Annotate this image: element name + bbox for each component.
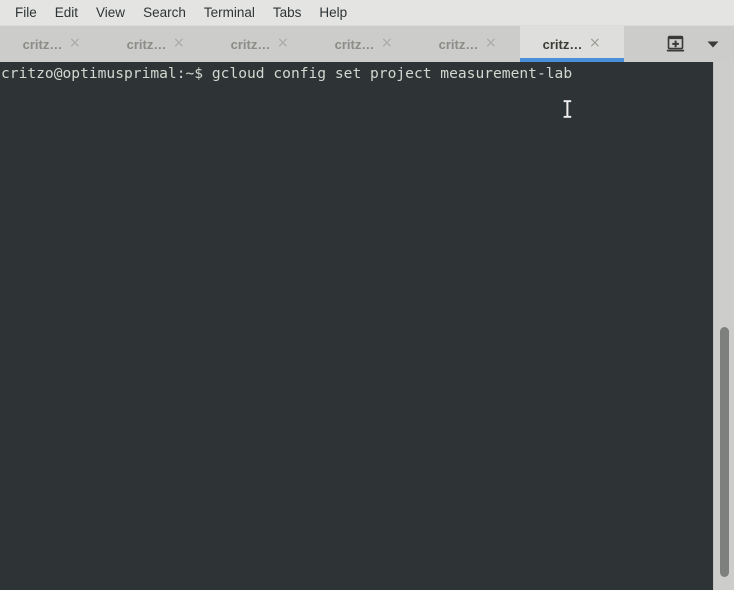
menu-item-edit[interactable]: Edit <box>46 2 87 24</box>
close-icon[interactable]: × <box>276 36 289 51</box>
new-terminal-tab-icon <box>666 35 685 53</box>
terminal-screen[interactable]: critzo@optimusprimal:~$ gcloud config se… <box>0 62 713 590</box>
menu-item-file[interactable]: File <box>6 2 46 24</box>
terminal-line-1: critzo@optimusprimal:~$ gcloud config se… <box>1 65 573 82</box>
tab-3[interactable]: critz… × <box>208 26 312 62</box>
close-icon[interactable]: × <box>68 36 81 51</box>
menu-item-tabs[interactable]: Tabs <box>264 2 311 24</box>
tab-2[interactable]: critz… × <box>104 26 208 62</box>
ibeam-cursor <box>563 99 572 119</box>
tab-bar-actions <box>654 26 734 62</box>
tab-5[interactable]: critz… × <box>416 26 520 62</box>
tab-bar: critz… × critz… × critz… × critz… × crit… <box>0 26 734 62</box>
menu-item-view[interactable]: View <box>87 2 134 24</box>
tab-4[interactable]: critz… × <box>312 26 416 62</box>
menu-item-terminal[interactable]: Terminal <box>195 2 264 24</box>
chevron-down-icon <box>706 39 720 49</box>
tab-strip: critz… × critz… × critz… × critz… × crit… <box>0 26 654 62</box>
close-icon[interactable]: × <box>380 36 393 51</box>
tab-label: critz… <box>542 36 583 52</box>
tab-1[interactable]: critz… × <box>0 26 104 62</box>
close-icon[interactable]: × <box>588 36 601 51</box>
terminal-window: File Edit View Search Terminal Tabs Help… <box>0 0 734 590</box>
tab-label: critz… <box>230 36 271 52</box>
tab-6-active[interactable]: critz… × <box>520 26 624 62</box>
tab-label: critz… <box>126 36 167 52</box>
new-tab-button[interactable] <box>654 26 696 62</box>
menu-bar: File Edit View Search Terminal Tabs Help <box>0 0 734 26</box>
tab-label: critz… <box>22 36 63 52</box>
tab-label: critz… <box>334 36 375 52</box>
menu-item-search[interactable]: Search <box>134 2 195 24</box>
close-icon[interactable]: × <box>172 36 185 51</box>
tab-list-button[interactable] <box>696 26 730 62</box>
menu-item-help[interactable]: Help <box>310 2 356 24</box>
terminal-scrollbar[interactable] <box>713 62 734 590</box>
scrollbar-thumb[interactable] <box>720 327 729 577</box>
close-icon[interactable]: × <box>484 36 497 51</box>
terminal-area: critzo@optimusprimal:~$ gcloud config se… <box>0 62 734 590</box>
tab-label: critz… <box>438 36 479 52</box>
